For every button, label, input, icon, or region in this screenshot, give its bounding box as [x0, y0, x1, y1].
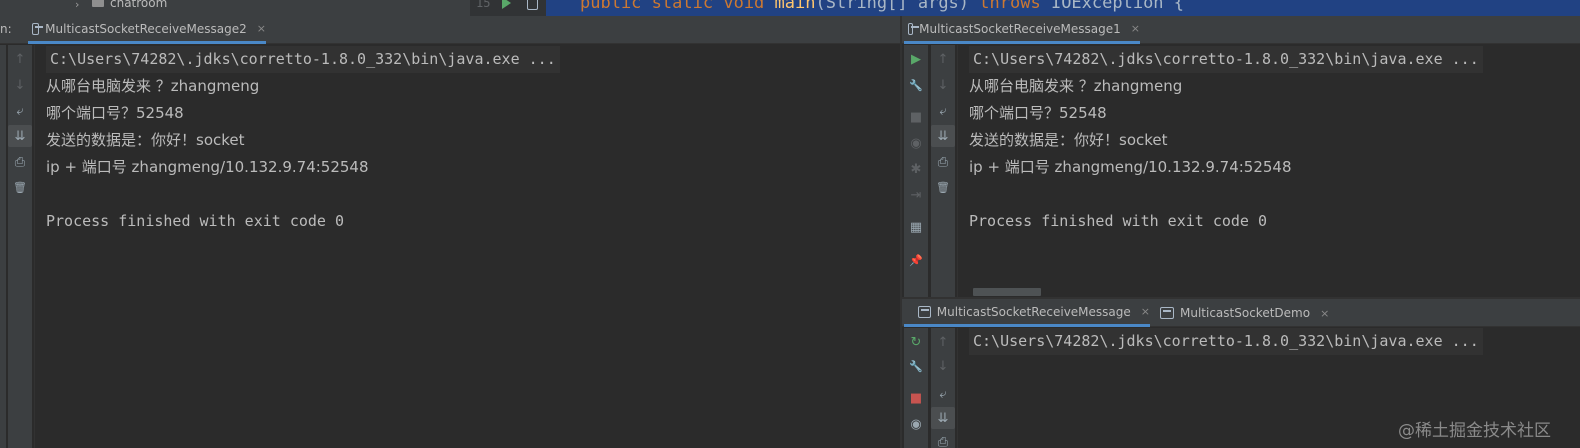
- up-arrow-icon[interactable]: ↑: [8, 48, 32, 70]
- toolbar-separator: [957, 45, 958, 298]
- console-line: Process finished with exit code 0: [969, 212, 1268, 230]
- console-output-right-top[interactable]: C:\Users\74282\.jdks\corretto-1.8.0_332\…: [969, 46, 1569, 235]
- console-line: ip + 端口号 zhangmeng/10.132.9.74:52548: [969, 158, 1292, 176]
- print-icon[interactable]: ⎙: [8, 151, 32, 173]
- down-arrow-icon[interactable]: ↓: [8, 74, 32, 96]
- close-icon[interactable]: ×: [257, 22, 266, 35]
- bookmark-icon: [527, 0, 538, 10]
- console-toolbar-right-top: ↑ ↓ ⤶ ⇊ ⎙ 🗑: [931, 45, 955, 298]
- tab-label: MulticastSocketReceiveMessage: [936, 304, 1131, 319]
- down-arrow-icon[interactable]: ↓: [931, 74, 955, 96]
- console-line: 哪个端口号？52548: [969, 104, 1107, 122]
- code-keyword: public: [580, 0, 642, 13]
- console-line: ip + 端口号 zhangmeng/10.132.9.74:52548: [46, 158, 369, 176]
- horizontal-scrollbar[interactable]: [973, 288, 1041, 296]
- up-arrow-icon[interactable]: ↑: [931, 48, 955, 70]
- console-icon: [32, 22, 44, 35]
- run-gutter-icon[interactable]: [502, 0, 511, 9]
- tab-multicast-receive[interactable]: MulticastSocketReceiveMessage ×: [904, 299, 1150, 327]
- console-line: 发送的数据是：你好！socket: [46, 131, 245, 149]
- print-icon[interactable]: ⎙: [931, 151, 955, 173]
- camera-icon[interactable]: ◉: [904, 413, 928, 435]
- wrench-icon[interactable]: 🔧: [904, 355, 928, 377]
- console-command[interactable]: C:\Users\74282\.jdks\corretto-1.8.0_332\…: [969, 46, 1483, 73]
- tree-item-chatroom[interactable]: chatroom: [110, 0, 167, 10]
- up-arrow-icon[interactable]: ↑: [931, 331, 955, 353]
- run-action-toolbar: ▶ 🔧 ■ ◉ ✱ ⇥ ▦ 📌: [904, 45, 928, 298]
- console-output-left[interactable]: C:\Users\74282\.jdks\corretto-1.8.0_332\…: [46, 46, 896, 235]
- layout-icon[interactable]: ▦: [904, 216, 928, 238]
- scroll-to-end-icon[interactable]: ⇊: [931, 125, 955, 147]
- code-params: (String[] args): [815, 0, 970, 13]
- tab-multicast-receive-2[interactable]: MulticastSocketReceiveMessage2 ×: [28, 16, 266, 44]
- code-keyword: void: [723, 0, 765, 13]
- tab-label: MulticastSocketReceiveMessage1: [919, 21, 1121, 36]
- run-panel-right-top: MulticastSocketReceiveMessage1 × ▶ 🔧 ■ ◉…: [902, 16, 1580, 298]
- project-tree-fragment: › chatroom: [0, 0, 470, 16]
- console-line: 发送的数据是：你好！socket: [969, 131, 1168, 149]
- console-icon: [1160, 307, 1174, 319]
- code-method-name: main: [774, 0, 816, 13]
- toolbar-separator: [957, 328, 958, 448]
- console-line: 从哪台电脑发来 ？zhangmeng: [46, 77, 260, 95]
- camera-icon[interactable]: ◉: [904, 132, 928, 154]
- console-toolbar-left: ↑ ↓ ⤶ ⇊ ⎙ 🗑: [8, 45, 32, 448]
- tab-multicast-demo[interactable]: MulticastSocketDemo ×: [1160, 299, 1340, 327]
- toolbar-separator: [34, 45, 35, 448]
- run-action-toolbar-bottom: ↻ 🔧 ■ ◉: [904, 328, 928, 448]
- soft-wrap-icon[interactable]: ⤶: [8, 100, 32, 122]
- print-icon[interactable]: ⎙: [931, 431, 955, 448]
- stop-icon[interactable]: ■: [904, 106, 928, 128]
- console-toolbar-right-bottom: ↑ ↓ ⤶ ⇊ ⎙: [931, 328, 955, 448]
- stop-icon[interactable]: ■: [904, 387, 928, 409]
- tree-expand-icon[interactable]: ›: [75, 0, 79, 11]
- code-keyword: throws: [979, 0, 1041, 13]
- trash-icon[interactable]: 🗑: [931, 176, 955, 198]
- console-icon: [918, 305, 931, 318]
- exit-icon[interactable]: ⇥: [904, 184, 928, 206]
- run-icon[interactable]: ▶: [904, 48, 928, 70]
- watermark: @稀土掘金技术社区: [1398, 421, 1551, 441]
- tab-multicast-receive-1[interactable]: MulticastSocketReceiveMessage1 ×: [904, 16, 1140, 44]
- close-icon[interactable]: ×: [1131, 22, 1140, 35]
- rerun-icon[interactable]: ↻: [904, 331, 928, 353]
- scroll-to-end-icon[interactable]: ⇊: [931, 407, 955, 429]
- line-number: 15: [476, 0, 491, 10]
- run-tabbar-left: n: MulticastSocketReceiveMessage2 ×: [0, 16, 901, 44]
- code-keyword: static: [651, 0, 714, 13]
- console-command[interactable]: C:\Users\74282\.jdks\corretto-1.8.0_332\…: [969, 328, 1483, 355]
- close-icon[interactable]: ×: [1141, 305, 1150, 318]
- scroll-to-end-icon[interactable]: ⇊: [8, 125, 32, 147]
- code-exception: IOException {: [1050, 0, 1185, 13]
- folder-icon: [92, 0, 104, 7]
- wrench-icon[interactable]: 🔧: [904, 74, 928, 96]
- console-output-right-bottom[interactable]: C:\Users\74282\.jdks\corretto-1.8.0_332\…: [969, 328, 1569, 355]
- console-line: 哪个端口号？52548: [46, 104, 184, 122]
- run-tabbar-right-top: MulticastSocketReceiveMessage1 ×: [902, 16, 1580, 44]
- run-label: n:: [0, 22, 12, 36]
- console-line: Process finished with exit code 0: [46, 212, 345, 230]
- console-icon: [908, 22, 920, 35]
- editor-code-line: public static void main(String[] args) t…: [580, 0, 1184, 13]
- console-command[interactable]: C:\Users\74282\.jdks\corretto-1.8.0_332\…: [46, 46, 560, 73]
- close-icon[interactable]: ×: [1320, 307, 1329, 320]
- pin-icon[interactable]: 📌: [904, 249, 928, 271]
- left-edge-strip: [0, 45, 6, 448]
- console-line: 从哪台电脑发来 ？zhangmeng: [969, 77, 1183, 95]
- soft-wrap-icon[interactable]: ⤶: [931, 383, 955, 405]
- tab-label: MulticastSocketReceiveMessage2: [45, 21, 247, 36]
- tab-label: MulticastSocketDemo: [1180, 306, 1311, 320]
- bug-icon[interactable]: ✱: [904, 158, 928, 180]
- run-panel-left: n: MulticastSocketReceiveMessage2 × ↑ ↓ …: [0, 16, 901, 448]
- run-tabbar-right-bottom: MulticastSocketReceiveMessage × Multicas…: [902, 299, 1580, 327]
- trash-icon[interactable]: 🗑: [8, 176, 32, 198]
- soft-wrap-icon[interactable]: ⤶: [931, 100, 955, 122]
- top-strip: › chatroom 15 public static void main(St…: [0, 0, 1580, 16]
- down-arrow-icon[interactable]: ↓: [931, 355, 955, 377]
